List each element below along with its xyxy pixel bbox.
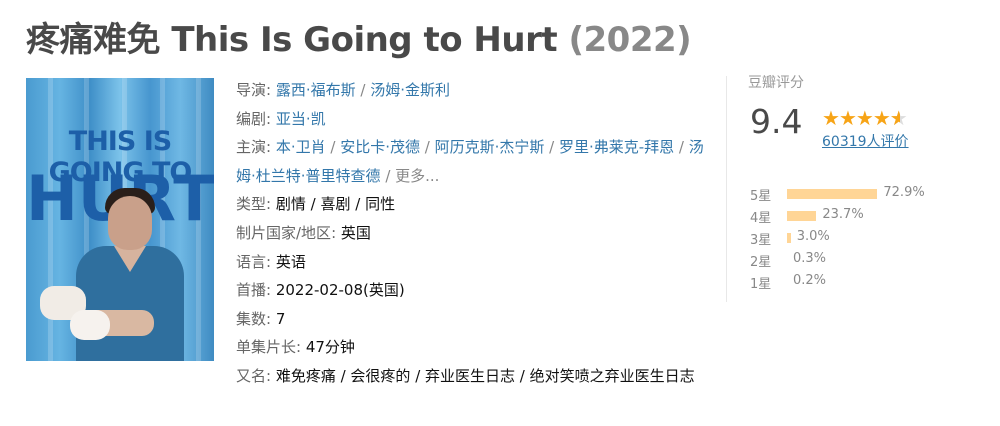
language-value: 英语 <box>275 252 306 271</box>
info-language: 语言: 英语 <box>236 252 306 271</box>
page-title: 疼痛难免 This Is Going to Hurt (2022) <box>26 12 692 61</box>
cast-link-1[interactable]: 本·卫肖 <box>276 138 326 156</box>
director-label: 导演 <box>236 81 267 99</box>
star-icon: ★ <box>855 106 874 130</box>
episodes-label: 集数 <box>236 309 267 328</box>
rating-bar-fill <box>787 211 817 221</box>
poster-image[interactable]: THIS IS GOING TO HURT <box>26 78 214 361</box>
rating-bar-row: 1星 0.2% <box>748 270 948 292</box>
director-link-1[interactable]: 露西·福布斯 <box>276 81 356 99</box>
info-premiere: 首播: 2022-02-08(英国) <box>236 281 405 300</box>
votes-link[interactable]: 60319人评价 <box>822 131 909 151</box>
director-link-2[interactable]: 汤姆·金斯利 <box>370 81 450 99</box>
rating-distribution: 5星 72.9% 4星 23.7% 3星 3.0% 2星 0.3% 1星 0.2% <box>748 182 948 292</box>
info-cast: 主演: 本·卫肖 / 安比卡·茂德 / 阿历克斯·杰宁斯 / 罗里·弗莱克-拜恩… <box>236 138 704 185</box>
star-icon: ★ <box>822 106 840 130</box>
rating-bar-label: 1星 <box>750 277 772 292</box>
info-director: 导演: 露西·福布斯 / 汤姆·金斯利 <box>236 81 450 99</box>
genre-value-2: 喜剧 <box>320 195 351 214</box>
runtime-value: 47分钟 <box>305 338 355 357</box>
premiere-value: 2022-02-08(英国) <box>275 281 405 300</box>
info-episodes: 集数: 7 <box>236 309 286 328</box>
rating-bar-fill <box>787 233 791 243</box>
title-main: 疼痛难免 This Is Going to Hurt <box>26 20 558 60</box>
info-panel: 导演: 露西·福布斯 / 汤姆·金斯利 编剧: 亚当·凯 主演: 本·卫肖 / … <box>236 76 706 391</box>
aka-label: 又名 <box>236 366 267 385</box>
premiere-label: 首播 <box>236 281 267 300</box>
cast-more-link[interactable]: 更多... <box>395 167 439 185</box>
language-label: 语言 <box>236 252 267 271</box>
rating-bar-percent: 0.3% <box>793 251 827 266</box>
genre-value-1: 剧情 <box>275 195 306 214</box>
region-label: 制片国家/地区 <box>236 223 332 242</box>
info-genre: 类型: 剧情 / 喜剧 / 同性 <box>236 195 396 214</box>
cast-link-3[interactable]: 阿历克斯·杰宁斯 <box>435 138 545 156</box>
title-year: (2022) <box>568 20 692 60</box>
genre-value-3: 同性 <box>365 195 396 214</box>
info-region: 制片国家/地区: 英国 <box>236 223 371 242</box>
cast-label: 主演 <box>236 138 267 157</box>
rating-bar-percent: 23.7% <box>822 207 864 222</box>
rating-bar-percent: 3.0% <box>796 229 830 244</box>
rating-score: 9.4 <box>750 102 803 141</box>
poster-figure-head <box>108 196 152 250</box>
panel-divider <box>726 76 727 302</box>
rating-bar-fill <box>787 189 878 199</box>
rating-bar-row: 2星 0.3% <box>748 248 948 270</box>
region-value: 英国 <box>340 223 371 242</box>
poster-glove-right <box>70 310 110 340</box>
info-aka: 又名: 难免疼痛 / 会很疼的 / 弃业医生日志 / 绝对笑喷之弃业医生日志 <box>236 366 695 385</box>
rating-bar-track <box>787 189 887 199</box>
genre-label: 类型 <box>236 195 267 214</box>
rating-bar-label: 3星 <box>750 233 772 248</box>
cast-link-4[interactable]: 罗里·弗莱克-拜恩 <box>559 138 674 156</box>
star-icon: ★ <box>872 106 891 130</box>
info-runtime: 单集片长: 47分钟 <box>236 338 355 357</box>
writer-label: 编剧 <box>236 109 267 128</box>
writer-link-1[interactable]: 亚当·凯 <box>276 110 326 128</box>
rating-bar-label: 5星 <box>750 189 772 204</box>
rating-label: 豆瓣评分 <box>748 75 804 91</box>
rating-bar-percent: 72.9% <box>883 185 925 200</box>
rating-panel: 豆瓣评分 9.4 ★★★★★ 60319人评价 5星72.9%4星23.7%3星… <box>748 72 948 292</box>
rating-bar-percent: 0.2% <box>793 273 827 288</box>
half-star-icon: ★ <box>890 106 908 130</box>
rating-bar-row: 4星 23.7% <box>748 204 948 226</box>
rating-bar-label: 4星 <box>750 211 772 226</box>
cast-link-2[interactable]: 安比卡·茂德 <box>340 138 420 156</box>
rating-bar-row: 3星 3.0% <box>748 226 948 248</box>
star-rating: ★★★★★ <box>822 106 908 130</box>
aka-value: 难免疼痛 / 会很疼的 / 弃业医生日志 / 绝对笑喷之弃业医生日志 <box>275 366 695 385</box>
star-icon: ★ <box>838 106 857 130</box>
rating-bar-row: 5星 72.9% <box>748 182 948 204</box>
runtime-label: 单集片长 <box>236 338 297 357</box>
episodes-value: 7 <box>275 309 286 328</box>
rating-bar-label: 2星 <box>750 255 772 270</box>
info-writer: 编剧: 亚当·凯 <box>236 109 326 128</box>
score-row: 9.4 ★★★★★ 60319人评价 <box>748 92 948 152</box>
